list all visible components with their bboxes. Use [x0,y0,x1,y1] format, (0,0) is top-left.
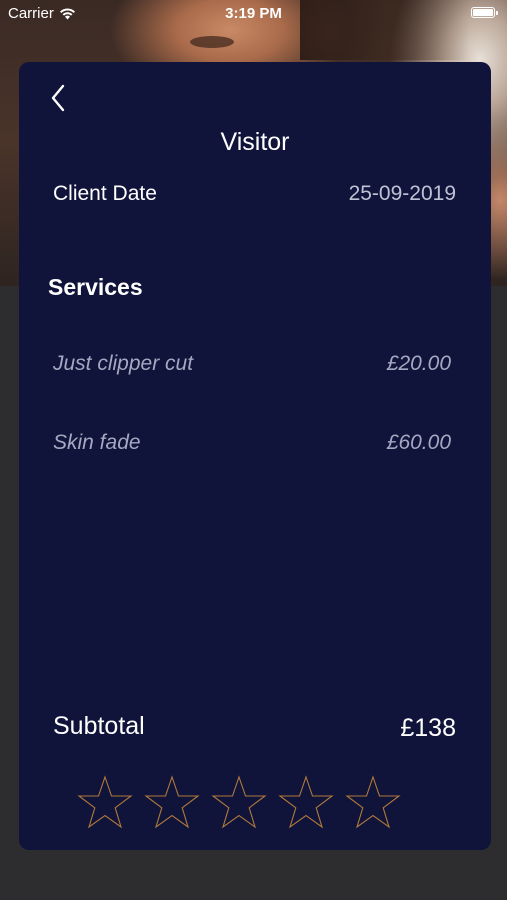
visitor-screen: Carrier 3:19 PM Visitor Client Date 25-0… [0,0,507,900]
services-heading: Services [48,274,143,300]
chevron-left-icon [51,84,65,112]
status-bar: Carrier 3:19 PM [0,0,507,28]
star-icon[interactable] [143,775,201,833]
star-icon[interactable] [76,775,134,833]
service-row: Skin fade £60.00 [53,431,451,461]
photo-eye [190,36,234,48]
star-rating [76,775,402,833]
status-time: 3:19 PM [225,5,282,22]
subtotal-value: £138 [400,714,456,742]
page-title: Visitor [220,128,290,156]
client-date-value: 25-09-2019 [348,182,456,205]
service-name: Skin fade [53,431,141,454]
star-icon[interactable] [210,775,268,833]
service-price: £60.00 [386,431,451,454]
subtotal-label: Subtotal [53,712,145,740]
visitor-card: Visitor Client Date 25-09-2019 Services … [19,62,491,850]
star-icon[interactable] [277,775,335,833]
star-icon[interactable] [344,775,402,833]
battery-icon [471,7,498,18]
client-date-label: Client Date [53,182,157,205]
service-price: £20.00 [386,352,451,375]
battery-fill [473,9,493,16]
service-row: Just clipper cut £20.00 [53,352,451,382]
back-button[interactable] [47,82,73,116]
service-name: Just clipper cut [53,352,194,375]
